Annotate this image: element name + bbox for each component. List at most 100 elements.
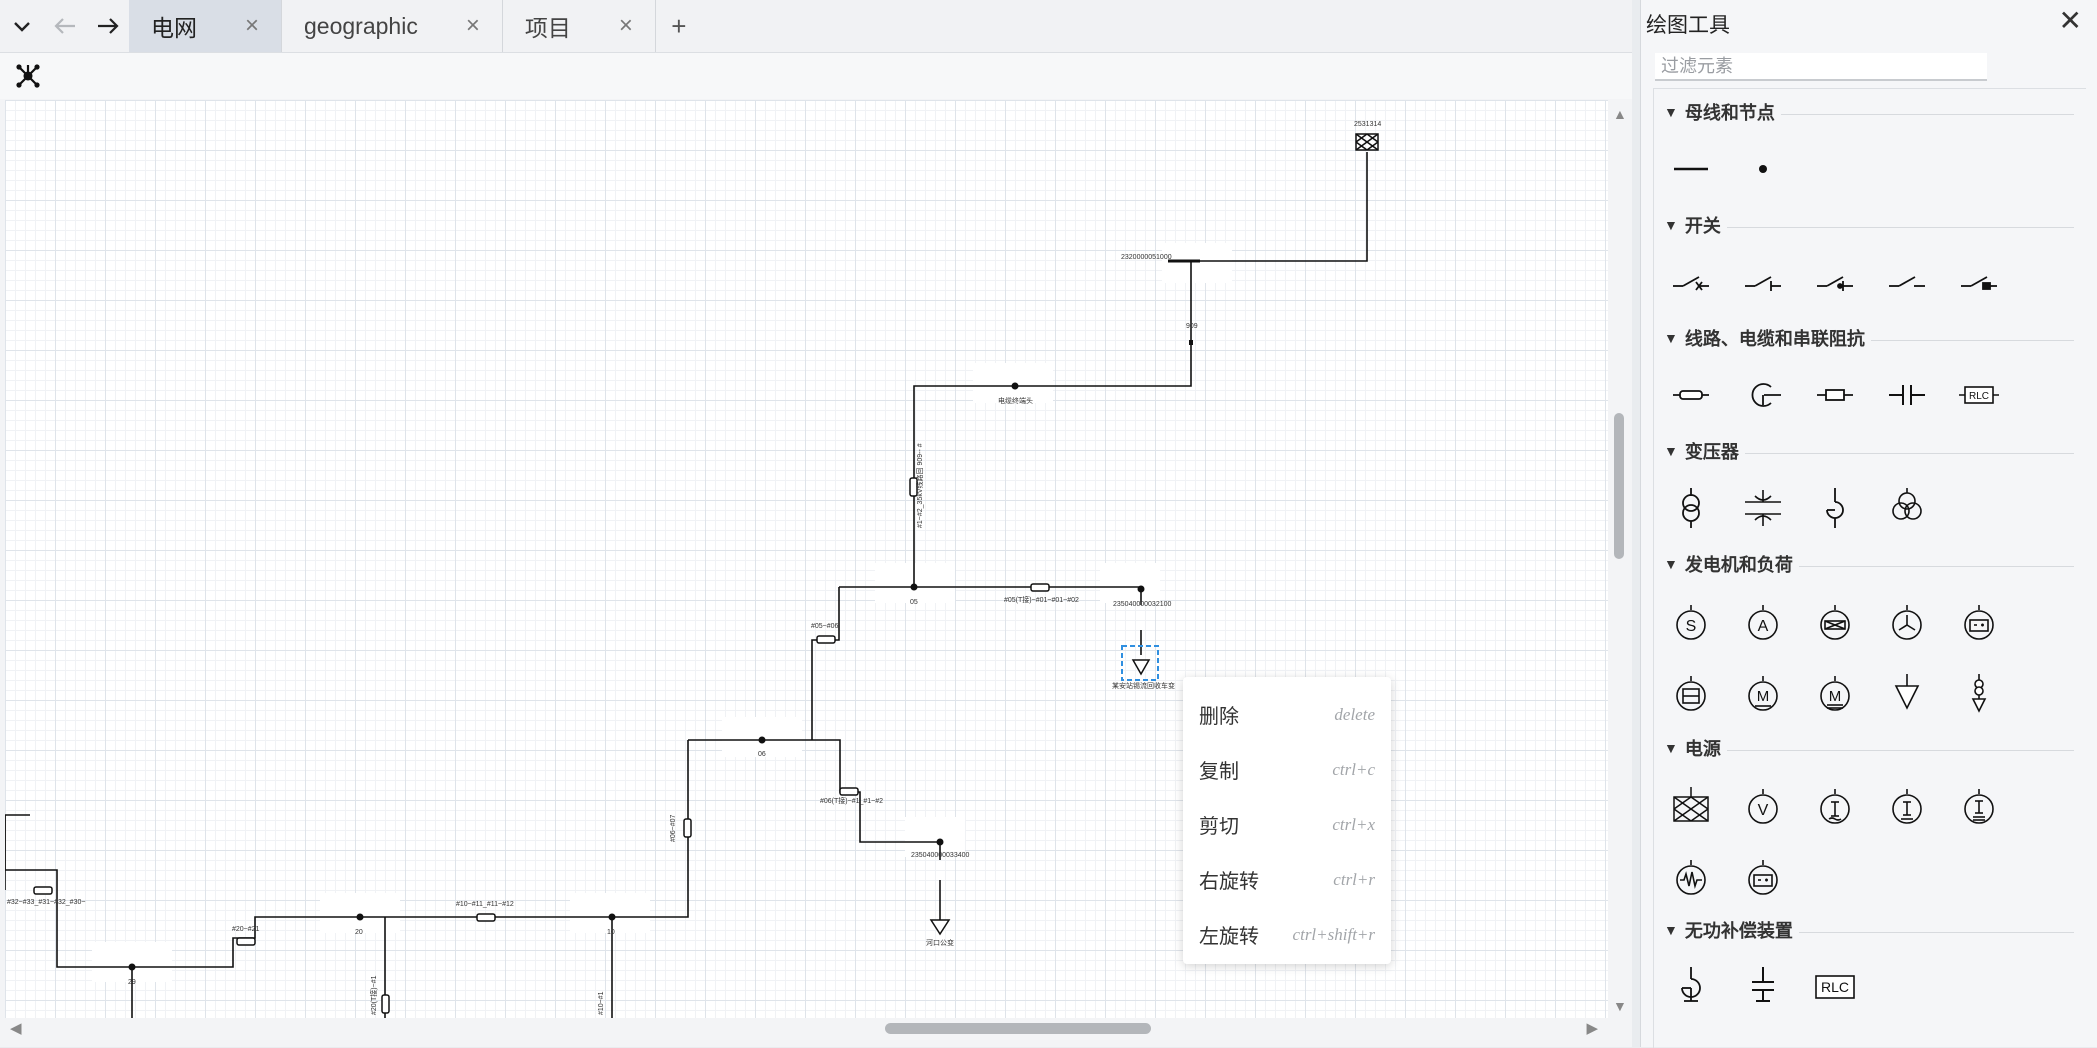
shunt-capacitor-tool[interactable] [1737,961,1789,1013]
general-load-tool[interactable] [1953,668,2005,720]
network-layout-button[interactable] [14,62,42,90]
close-panel-button[interactable]: ✕ [2059,4,2082,37]
ac-source-tool[interactable] [1665,852,1717,904]
close-icon[interactable]: × [245,12,259,40]
menu-item-delete[interactable]: 删除 delete [1183,687,1391,742]
battery-generator-tool[interactable] [1953,597,2005,649]
caret-down-icon: ▼ [1664,922,1678,938]
battery-icon [1748,860,1778,895]
filter-elements-input[interactable] [1655,53,1987,81]
asynchronous-generator-tool[interactable]: A [1737,597,1789,649]
caret-down-icon: ▼ [1664,217,1678,233]
diagram-label: #10~#11_#11~#12 [456,901,514,908]
forward-button[interactable] [86,0,129,52]
tab-list-dropdown-button[interactable] [0,0,43,52]
section-header[interactable]: ▼ 电源 [1654,733,2074,763]
divider [1744,452,2074,454]
disconnector-tool[interactable] [1737,256,1789,308]
rlc-tool[interactable]: RLC [1953,369,2005,421]
pv-generator-tool[interactable] [1809,597,1861,649]
switch-tool[interactable] [1881,256,1933,308]
diagram-label: 235040000032100 [1113,601,1172,608]
section-header[interactable]: ▼ 线路、电缆和串联阻抗 [1654,323,2074,353]
section-title: 变压器 [1684,442,1739,462]
three-winding-transformer-tool[interactable] [1881,482,1933,534]
back-button[interactable] [43,0,86,52]
current-source-tool[interactable] [1809,781,1861,833]
two-winding-transformer-tool[interactable] [1665,482,1717,534]
node-tool[interactable] [1737,143,1789,195]
diagram-label: #1~#2_35kV线路回 909-- # [915,443,924,528]
motor-load-tool[interactable]: M [1809,668,1861,720]
ac-current-source-tool[interactable] [1953,781,2005,833]
load-tool[interactable] [1881,668,1933,720]
horizontal-scrollbar[interactable]: ◀ ▶ [0,1018,1608,1040]
diagram-label: 909 [1186,323,1198,330]
grounding-switch-tool[interactable] [1953,256,2005,308]
synchronous-generator-tool[interactable]: S [1665,597,1717,649]
phase-shifter-tool[interactable] [1737,482,1789,534]
motor-letter: M [1829,688,1842,705]
wind-generator-tool[interactable] [1881,597,1933,649]
add-tab-button[interactable]: + [656,0,702,52]
tab-geographic[interactable]: geographic × [282,0,503,52]
section-header[interactable]: ▼ 变压器 [1654,436,2074,466]
voltage-source-tool[interactable]: V [1737,781,1789,833]
scroll-left-icon[interactable]: ◀ [10,1019,22,1037]
line-tool[interactable] [1665,369,1717,421]
switch-icon [1889,276,1925,287]
tab-grid[interactable]: 电网 × [129,0,283,52]
busbar-tool[interactable] [1665,143,1717,195]
section-header[interactable]: ▼ 无功补偿装置 [1654,915,2074,945]
shunt-rlc-tool[interactable]: RLC [1809,961,1861,1013]
vertical-scrollbar[interactable]: ▲ ▼ [1608,100,1632,1018]
dc-current-source-tool[interactable] [1881,781,1933,833]
shunt-reactor-icon [1681,967,1701,1002]
diagram-label: 2531314 [1354,121,1381,128]
series-capacitor-tool[interactable] [1881,369,1933,421]
shunt-capacitor-icon [1752,967,1774,1002]
diagram-label: #20(T接)~#1 [369,975,378,1015]
cable-tool[interactable] [1737,369,1789,421]
series-impedance-tool[interactable] [1809,369,1861,421]
diagram-label: 05 [910,599,918,606]
close-icon[interactable]: × [466,12,480,40]
motor-tool[interactable]: M [1737,668,1789,720]
shunt-reactor-tool[interactable] [1665,961,1717,1013]
panel-header: 绘图工具 ✕ [1641,0,2097,44]
menu-item-rotate-left[interactable]: 左旋转 ctrl+shift+r [1183,907,1391,962]
breaker-tool[interactable] [1665,256,1717,308]
section-header[interactable]: ▼ 开关 [1654,210,2074,240]
scroll-up-icon[interactable]: ▲ [1613,106,1627,122]
rlc-text: RLC [1821,979,1849,995]
horizontal-scroll-thumb[interactable] [885,1023,1151,1034]
scroll-down-icon[interactable]: ▼ [1613,998,1627,1014]
menu-item-copy[interactable]: 复制 ctrl+c [1183,742,1391,797]
cable-icon [1751,383,1781,407]
diagram-label: #05~#06 [811,623,839,630]
section-header[interactable]: ▼ 发电机和负荷 [1654,549,2074,579]
menu-item-cut[interactable]: 剪切 ctrl+x [1183,797,1391,852]
reactor-transformer-tool[interactable] [1809,482,1861,534]
external-grid-tool[interactable] [1665,781,1717,833]
generator-letter: S [1686,618,1697,635]
battery-source-tool[interactable] [1737,852,1789,904]
editor-pane: 电网 × geographic × 项目 × + 2531314 2320000… [0,0,1632,1047]
context-menu: 删除 delete 复制 ctrl+c 剪切 ctrl+x 右旋转 ctrl+r… [1183,677,1391,964]
transformer-icon [1682,488,1700,528]
diagram-label: 29 [128,979,136,986]
section-header[interactable]: ▼ 母线和节点 [1654,97,2074,127]
static-generator-tool[interactable] [1665,668,1717,720]
load-switch-tool[interactable] [1809,256,1861,308]
scroll-right-icon[interactable]: ▶ [1586,1019,1598,1037]
divider [1726,226,2074,228]
node-icon [1759,165,1767,173]
diagram-label: 06 [758,751,766,758]
reactor-icon [1826,488,1844,528]
tab-project[interactable]: 项目 × [503,0,656,52]
menu-item-rotate-right[interactable]: 右旋转 ctrl+r [1183,852,1391,907]
vertical-scroll-thumb[interactable] [1614,413,1624,559]
close-icon[interactable]: × [619,12,633,40]
impedance-icon [1817,389,1853,401]
menu-item-shortcut: ctrl+r [1333,869,1375,889]
